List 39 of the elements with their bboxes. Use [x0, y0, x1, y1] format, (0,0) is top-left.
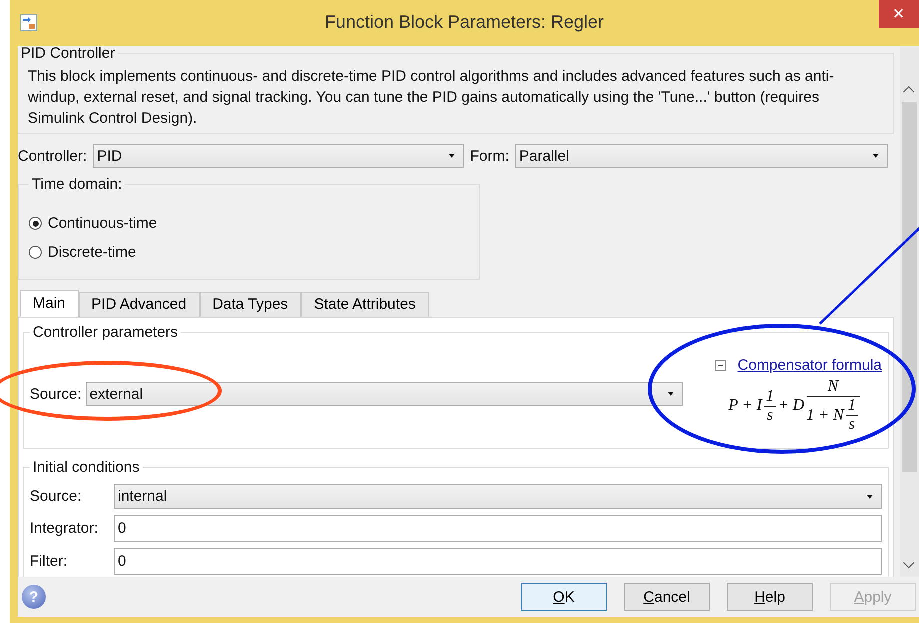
input-field[interactable]: 0	[114, 515, 882, 542]
app-icon	[20, 14, 38, 32]
field-label: Controller:	[18, 148, 88, 164]
source-dropdown[interactable]: external	[86, 382, 683, 406]
input-field[interactable]: 0	[114, 548, 882, 575]
scrollbar[interactable]	[900, 46, 919, 577]
controller-dropdown[interactable]: PID	[93, 144, 464, 168]
compensator-formula-link[interactable]: Compensator formula	[738, 357, 882, 374]
source-dropdown[interactable]: internal	[114, 484, 882, 509]
field-label: Integrator:	[30, 520, 100, 537]
radio-button[interactable]	[29, 217, 42, 230]
dialog-button[interactable]: Help	[727, 583, 813, 611]
caret-icon	[873, 154, 880, 158]
field-label: Filter:	[30, 553, 68, 570]
radio-button[interactable]	[29, 246, 42, 259]
group-title: Time domain:	[31, 176, 124, 193]
form-dropdown[interactable]: Parallel	[515, 144, 888, 168]
tab[interactable]: Data Types	[200, 292, 302, 317]
dialog-button[interactable]: Cancel	[624, 583, 710, 611]
tab[interactable]: Main	[20, 290, 79, 317]
caret-icon	[449, 154, 456, 158]
field-label: Form:	[470, 148, 510, 164]
caret-icon	[668, 392, 674, 396]
field-label: Source:	[30, 386, 82, 403]
radio-label: Discrete-time	[48, 244, 136, 261]
collapse-icon[interactable]	[714, 360, 726, 371]
tab[interactable]: State Attributes	[301, 292, 429, 317]
caret-icon	[867, 494, 873, 498]
close-button[interactable]: ✕	[879, 0, 919, 28]
scrollbar-thumb[interactable]	[902, 102, 917, 472]
tab[interactable]: PID Advanced	[78, 292, 200, 317]
window-title: Function Block Parameters: Regler	[324, 12, 606, 33]
group-title: PID Controller	[20, 46, 116, 62]
group-title: Initial conditions	[32, 459, 141, 476]
dialog-button[interactable]: OK	[521, 583, 607, 611]
radio-label: Continuous-time	[48, 215, 158, 232]
block-description: This block implements continuous- and discrete-time PID control algorithms and includes advanced features such as anti-windup, external reset, and signal tracking. You can tune the PID gains automatically using the 'Tune...' button (requires Simulink Control Design).	[28, 67, 836, 129]
field-label: Source:	[30, 488, 83, 505]
group-title: Controller parameters	[32, 324, 180, 341]
